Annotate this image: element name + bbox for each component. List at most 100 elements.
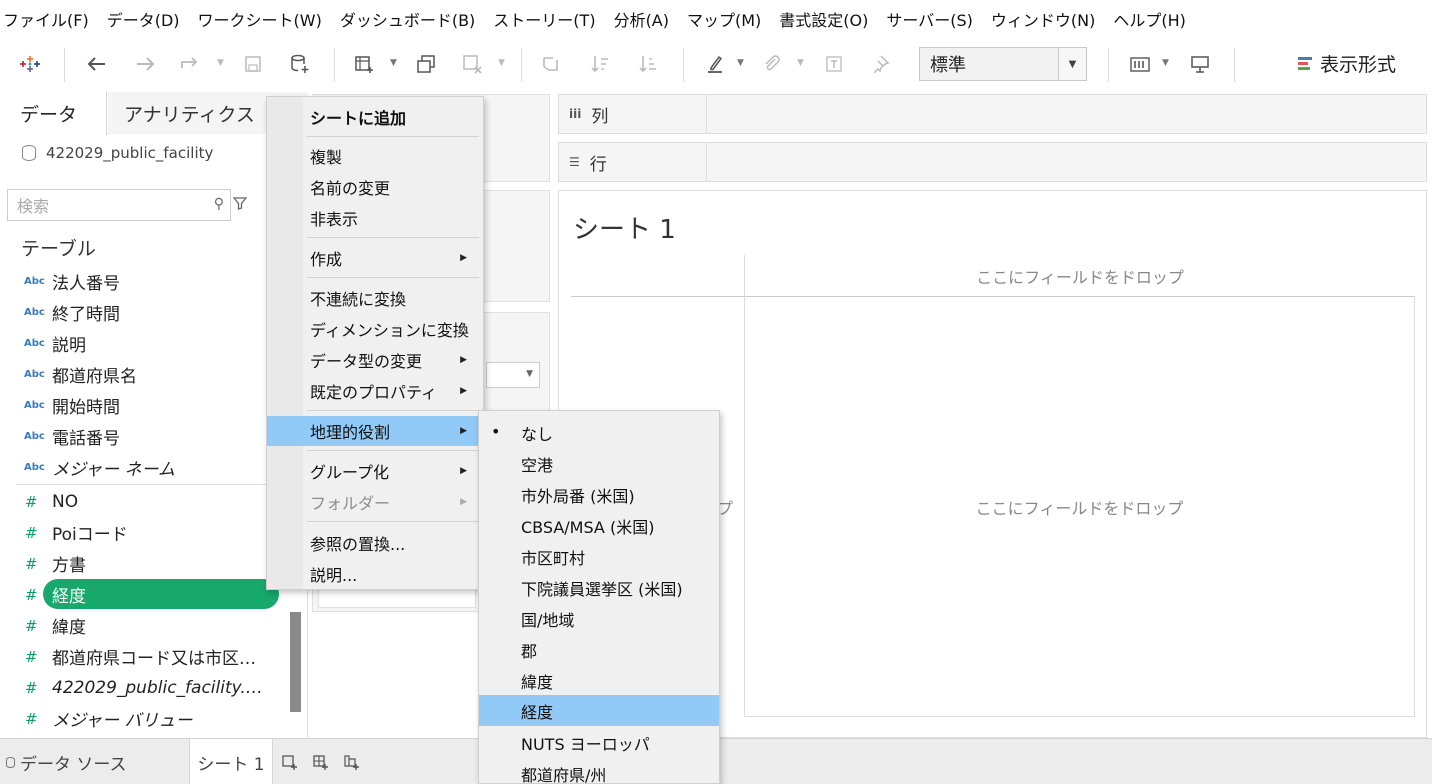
new-story-tab-icon[interactable]	[338, 739, 366, 784]
tab-sheet-1[interactable]: シート 1	[189, 739, 273, 784]
show-cards-icon[interactable]	[1128, 50, 1152, 78]
view-drop-zone[interactable]: ここにフィールドをドロップ	[744, 297, 1415, 717]
data-pane-scrollbar[interactable]	[290, 612, 301, 712]
measure-field[interactable]: # 422029_public_facility.csv (…	[0, 672, 290, 703]
highlight-dropdown-icon[interactable]: ▼	[737, 58, 744, 68]
save-icon[interactable]	[242, 50, 264, 78]
measure-field[interactable]: # 都道府県コード又は市区町…	[0, 641, 290, 672]
menu-item-replace-references[interactable]: 参照の置換...	[267, 528, 483, 558]
fix-axes-pin-icon[interactable]	[868, 50, 892, 78]
sort-descending-icon[interactable]	[636, 50, 660, 78]
menu-item-add-to-sheet[interactable]: シートに追加	[267, 102, 483, 132]
dimension-field[interactable]: Abc 都道府県名	[0, 359, 290, 390]
dimension-field[interactable]: Abc 電話番号	[0, 421, 290, 452]
new-worksheet-tab-icon[interactable]	[276, 739, 304, 784]
fit-standard-select[interactable]: 標準 ▼	[919, 47, 1087, 81]
geo-role-state-province[interactable]: 都道府県/州	[479, 758, 719, 784]
dimension-field[interactable]: Abc 法人番号	[0, 266, 290, 297]
checked-bullet-icon: •	[491, 422, 501, 441]
group-dropdown-icon[interactable]: ▼	[797, 58, 804, 68]
menu-dashboard[interactable]: ダッシュボード(B)	[336, 7, 479, 31]
tab-datasource[interactable]: データ ソース	[6, 739, 127, 784]
clear-sheet-icon[interactable]	[460, 50, 484, 78]
clear-sheet-dropdown-icon[interactable]: ▼	[498, 58, 505, 68]
geo-role-country[interactable]: 国/地域	[479, 603, 719, 634]
field-name: 説明	[52, 336, 86, 356]
menu-item-hide[interactable]: 非表示	[267, 203, 483, 233]
dimension-field[interactable]: Abc 説明	[0, 328, 290, 359]
menu-item-geographic-role[interactable]: 地理的役割 ▶	[267, 416, 483, 446]
menu-item-create[interactable]: 作成 ▶	[267, 243, 483, 273]
menu-item-rename[interactable]: 名前の変更	[267, 172, 483, 202]
menu-data[interactable]: データ(D)	[103, 7, 184, 31]
new-datasource-icon[interactable]	[288, 50, 312, 78]
menu-file[interactable]: ファイル(F)	[0, 7, 93, 31]
show-mark-labels-icon[interactable]	[822, 50, 846, 78]
new-worksheet-dropdown-icon[interactable]: ▼	[390, 58, 397, 68]
show-cards-dropdown-icon[interactable]: ▼	[1162, 58, 1169, 68]
menu-window[interactable]: ウィンドウ(N)	[987, 7, 1099, 31]
geo-role-area-code[interactable]: 市外局番 (米国)	[479, 479, 719, 510]
menu-item-duplicate[interactable]: 複製	[267, 141, 483, 171]
group-paperclip-icon[interactable]	[760, 50, 784, 78]
sort-ascending-icon[interactable]	[588, 50, 612, 78]
column-drop-zone[interactable]: ここにフィールドをドロップ	[744, 255, 1415, 297]
tab-data[interactable]: データ	[0, 92, 107, 135]
show-me-button[interactable]: 表示形式	[1298, 48, 1396, 78]
string-type-icon: Abc	[24, 431, 45, 442]
dimension-field[interactable]: Abc メジャー ネーム	[0, 452, 290, 483]
field-search-input[interactable]: 検索 ⚲	[7, 189, 231, 221]
menu-format[interactable]: 書式設定(O)	[775, 7, 872, 31]
menu-item-convert-discrete[interactable]: 不連続に変換	[267, 283, 483, 313]
menu-map[interactable]: マップ(M)	[683, 7, 765, 31]
search-icon[interactable]: ⚲	[214, 196, 224, 212]
data-pane: データ アナリティクス 422029_public_facility 検索 ⚲ …	[0, 92, 308, 738]
toolbar-separator	[334, 48, 335, 82]
geo-role-city[interactable]: 市区町村	[479, 541, 719, 572]
geo-role-none[interactable]: • なし	[479, 417, 719, 448]
presentation-mode-icon[interactable]	[1188, 50, 1212, 78]
redo-dropdown-icon[interactable]: ▼	[217, 58, 224, 68]
menu-help[interactable]: ヘルプ(H)	[1109, 7, 1190, 31]
datasource-name[interactable]: 422029_public_facility	[22, 144, 213, 162]
rows-shelf[interactable]: ☰ 行	[558, 142, 1427, 182]
dimension-field[interactable]: Abc 終了時間	[0, 297, 290, 328]
dimension-field[interactable]: Abc 開始時間	[0, 390, 290, 421]
measure-field-selected[interactable]: # 経度	[0, 579, 290, 610]
menu-server[interactable]: サーバー(S)	[882, 7, 976, 31]
geo-role-nuts-europe[interactable]: NUTS ヨーロッパ	[479, 727, 719, 758]
menu-analysis[interactable]: 分析(A)	[610, 7, 673, 31]
menu-item-default-properties[interactable]: 既定のプロパティ ▶	[267, 376, 483, 406]
mark-type-select[interactable]: ▼	[486, 362, 540, 388]
geo-role-airport[interactable]: 空港	[479, 448, 719, 479]
geo-role-latitude[interactable]: 緯度	[479, 665, 719, 696]
duplicate-sheet-icon[interactable]	[414, 50, 438, 78]
swap-rows-columns-icon[interactable]	[539, 50, 563, 78]
measure-field[interactable]: # メジャー バリュー	[0, 703, 290, 734]
tableau-logo-icon[interactable]	[18, 50, 42, 78]
menu-item-change-datatype[interactable]: データ型の変更 ▶	[267, 345, 483, 375]
measure-field[interactable]: # Poiコード	[0, 517, 290, 548]
new-dashboard-tab-icon[interactable]	[307, 739, 335, 784]
geo-role-congressional-district[interactable]: 下院議員選挙区 (米国)	[479, 572, 719, 603]
geo-role-longitude[interactable]: 経度	[479, 695, 719, 726]
forward-icon[interactable]	[134, 50, 156, 78]
measure-field[interactable]: # 方書	[0, 548, 290, 579]
menu-item-group[interactable]: グループ化 ▶	[267, 456, 483, 486]
redo-icon[interactable]	[178, 50, 202, 78]
submenu-arrow-icon: ▶	[460, 426, 467, 436]
menu-item-convert-dimension[interactable]: ディメンションに変換	[267, 314, 483, 344]
geo-role-cbsa-msa[interactable]: CBSA/MSA (米国)	[479, 510, 719, 541]
filter-icon[interactable]	[232, 196, 249, 212]
back-icon[interactable]	[86, 50, 108, 78]
columns-shelf[interactable]: iii 列	[558, 94, 1427, 134]
new-worksheet-icon[interactable]	[352, 50, 376, 78]
menu-worksheet[interactable]: ワークシート(W)	[194, 7, 326, 31]
geo-role-county[interactable]: 郡	[479, 634, 719, 665]
measure-field[interactable]: # NO	[0, 486, 290, 517]
measure-field[interactable]: # 緯度	[0, 610, 290, 641]
highlight-icon[interactable]	[703, 50, 727, 78]
sheet-title[interactable]: シート 1	[573, 209, 676, 246]
menu-item-describe[interactable]: 説明...	[267, 559, 483, 589]
menu-story[interactable]: ストーリー(T)	[489, 7, 599, 31]
